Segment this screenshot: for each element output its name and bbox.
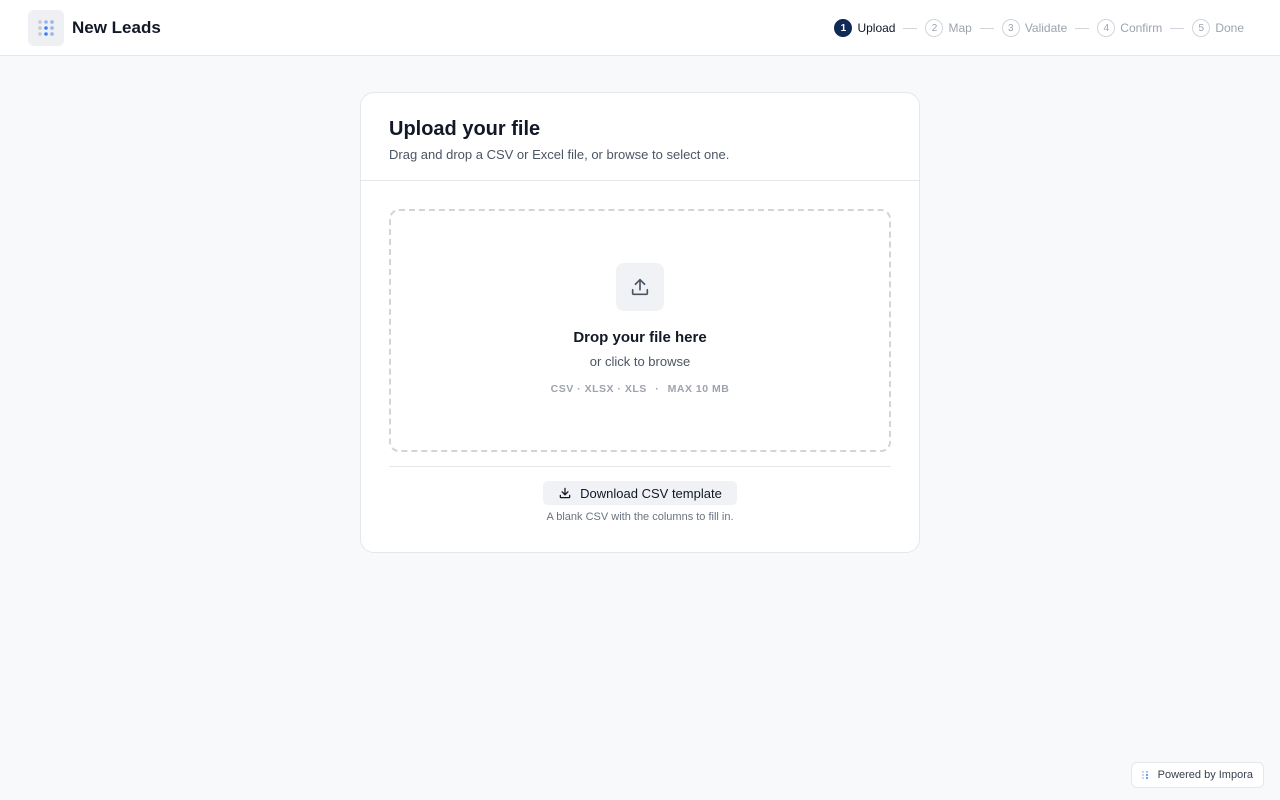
step-upload: 1 Upload xyxy=(834,19,895,37)
step-confirm: 4 Confirm xyxy=(1097,19,1162,37)
progress-stepper: 1 Upload 2 Map 3 Validate 4 Confirm 5 Do… xyxy=(834,0,1244,56)
top-bar: New Leads 1 Upload 2 Map 3 Validate 4 Co… xyxy=(0,0,1280,56)
download-icon xyxy=(558,486,572,500)
step-connector xyxy=(1170,27,1185,29)
template-hint: A blank CSV with the columns to fill in. xyxy=(546,511,734,523)
step-done: 5 Done xyxy=(1192,19,1244,37)
step-label: Upload xyxy=(857,21,896,35)
accepted-formats: CSV · XLSX · XLS · MAX 10 MB xyxy=(391,383,889,395)
step-number: 1 xyxy=(834,19,853,37)
max-size: MAX 10 MB xyxy=(667,383,730,395)
format-separator: · xyxy=(655,383,660,395)
step-connector xyxy=(979,27,994,29)
step-connector xyxy=(1075,27,1090,29)
upload-card: Upload your file Drag and drop a CSV or … xyxy=(360,92,920,553)
browse-link[interactable]: or click to browse xyxy=(391,354,889,369)
powered-by-badge[interactable]: Powered by Impora xyxy=(1130,762,1264,788)
card-title: Upload your file xyxy=(389,118,541,140)
card-subtitle: Drag and drop a CSV or Excel file, or br… xyxy=(389,147,730,162)
step-number: 5 xyxy=(1192,19,1211,37)
download-template-label: Download CSV template xyxy=(580,485,722,501)
powered-by-label: Powered by Impora xyxy=(1157,769,1253,781)
step-map: 2 Map xyxy=(925,19,972,37)
page-title: New Leads xyxy=(72,17,161,37)
file-dropzone[interactable]: Drop your file here or click to browse C… xyxy=(389,209,891,452)
step-label: Done xyxy=(1215,21,1244,35)
app-logo[interactable] xyxy=(28,9,64,46)
download-template-button[interactable]: Download CSV template xyxy=(543,481,737,505)
step-label: Confirm xyxy=(1120,21,1163,35)
upload-icon-container xyxy=(616,263,664,311)
step-number: 2 xyxy=(925,19,944,37)
dropzone-title: Drop your file here xyxy=(573,329,707,346)
step-number: 3 xyxy=(1001,19,1020,37)
format-list: CSV · XLSX · XLS xyxy=(550,383,647,395)
upload-icon xyxy=(631,278,649,296)
step-connector xyxy=(903,27,918,29)
card-header: Upload your file Drag and drop a CSV or … xyxy=(361,93,919,181)
dot-grid-icon xyxy=(1140,770,1150,780)
divider xyxy=(389,466,891,467)
dot-grid-icon xyxy=(38,19,54,36)
step-label: Validate xyxy=(1024,21,1068,35)
step-number: 4 xyxy=(1097,19,1116,37)
step-label: Map xyxy=(948,21,972,35)
step-validate: 3 Validate xyxy=(1001,19,1068,37)
